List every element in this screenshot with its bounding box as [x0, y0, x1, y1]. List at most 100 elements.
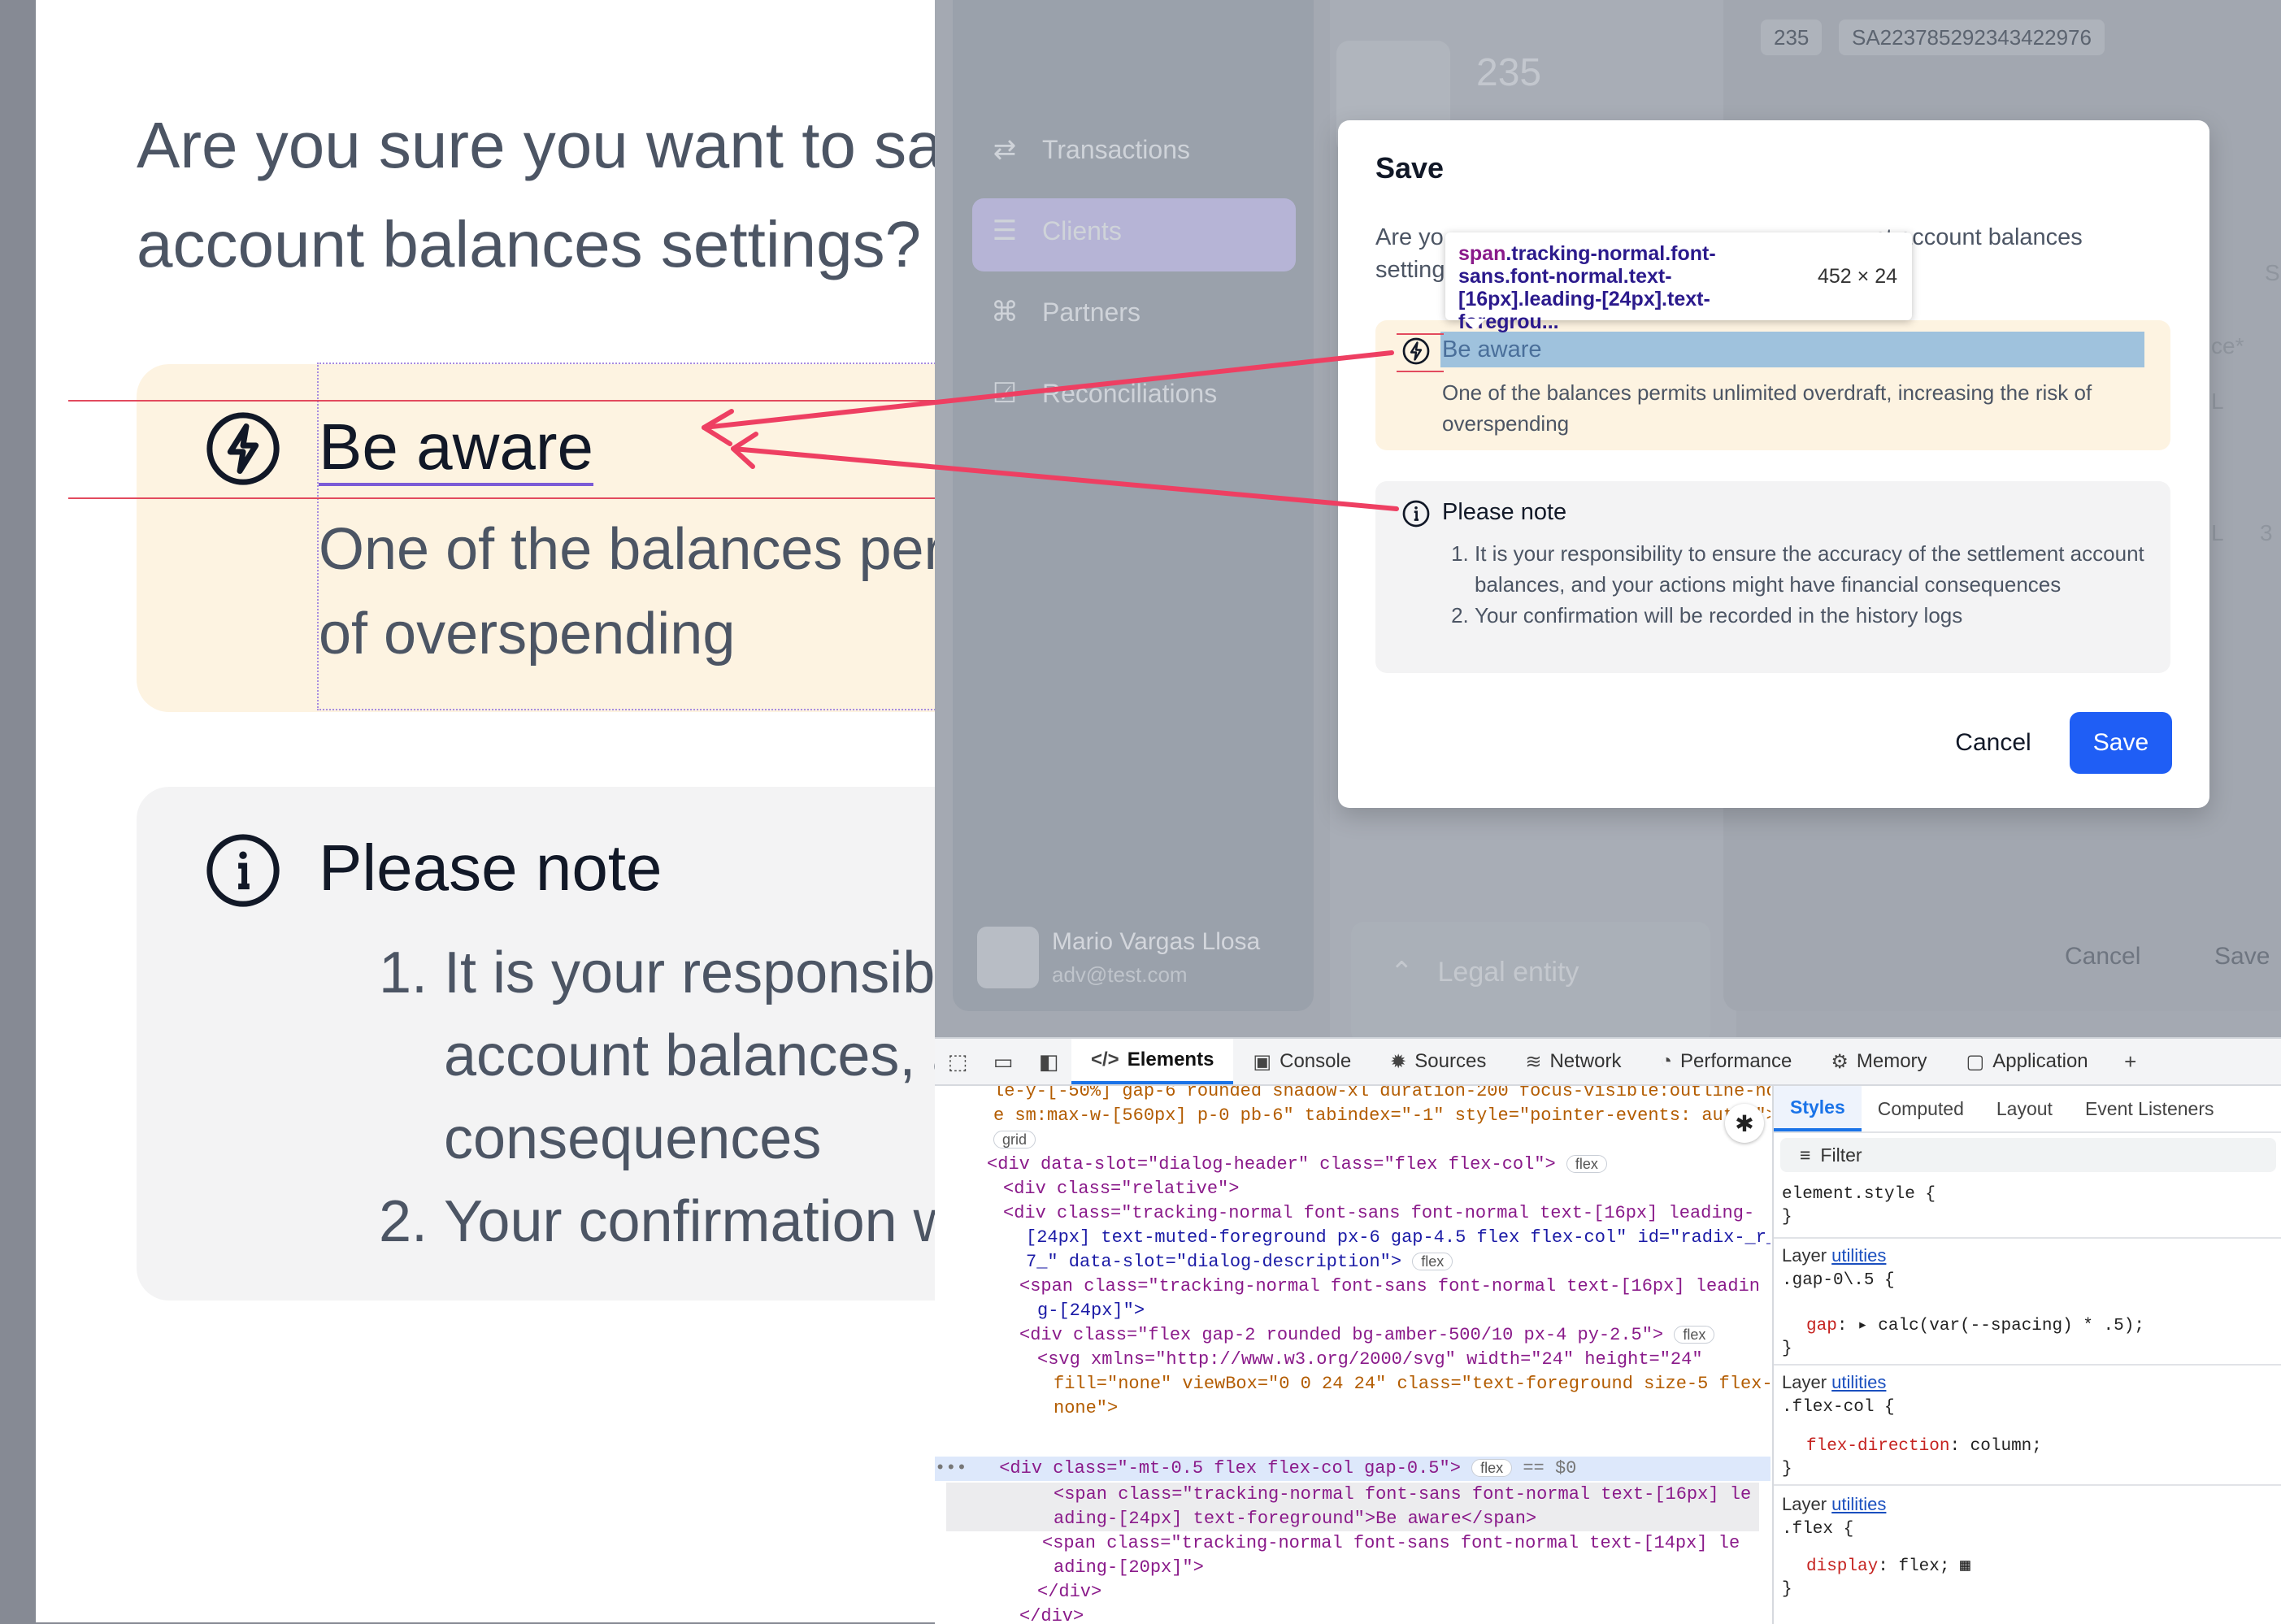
divider: [1774, 1237, 2281, 1239]
list-item: It is your responsibility to ensure the …: [1475, 538, 2157, 600]
dom-line[interactable]: <span class="tracking-normal font-sans f…: [1054, 1483, 1751, 1507]
info-icon: [1402, 500, 1430, 528]
tab-network[interactable]: ≋ Network: [1505, 1039, 1640, 1084]
device-toolbar-icon[interactable]: ▭: [980, 1039, 1026, 1084]
dom-line[interactable]: <span class="tracking-normal font-sans f…: [1019, 1274, 1760, 1299]
dom-line[interactable]: </div>: [1037, 1580, 1101, 1604]
inspect-element-icon[interactable]: ⬚: [935, 1039, 980, 1084]
save-button[interactable]: Save: [2070, 712, 2172, 774]
sources-icon: ✹: [1390, 1050, 1407, 1073]
tab-computed[interactable]: Computed: [1862, 1086, 1980, 1131]
dock-icon[interactable]: ◧: [1026, 1039, 1071, 1084]
styles-tabbar: Styles Computed Layout Event Listeners: [1774, 1086, 2281, 1133]
user-email: adv@test.com: [1052, 962, 1188, 987]
bg-fragment: L: [2211, 389, 2224, 414]
dom-line[interactable]: [24px] text-muted-foreground px-6 gap-4.…: [1026, 1226, 1770, 1250]
tooltip-selector: span.tracking-normal.font-sans.font-norm…: [1458, 242, 1716, 333]
partners-icon: ⌘: [991, 297, 1019, 328]
background-save-button[interactable]: Save: [2214, 943, 2270, 970]
divider: [1774, 1364, 2281, 1366]
dom-line[interactable]: <div class="flex gap-2 rounded bg-amber-…: [1019, 1323, 1715, 1348]
styles-filter-input[interactable]: ≡ Filter: [1780, 1138, 2276, 1172]
zoom-note-title: Please note: [319, 832, 663, 904]
tab-elements[interactable]: </> Elements: [1071, 1039, 1234, 1084]
background-cancel-button[interactable]: Cancel: [2065, 943, 2140, 970]
dom-line[interactable]: grid: [993, 1128, 1036, 1153]
dom-line[interactable]: </div>: [1019, 1604, 1084, 1624]
dom-line[interactable]: <div class="relative">: [1003, 1177, 1239, 1201]
accessibility-icon[interactable]: ✱: [1725, 1104, 1764, 1143]
dom-line[interactable]: le-y-[-50%] gap-6 rounded shadow-xl dura…: [993, 1086, 1770, 1104]
cancel-button[interactable]: Cancel: [1936, 712, 2050, 774]
style-declaration[interactable]: flex-direction: column;: [1806, 1435, 2042, 1458]
inspect-guide-line: [68, 497, 935, 499]
zoom-note-list: It is your responsibili account balances…: [369, 931, 935, 1263]
dom-line[interactable]: <div data-slot="dialog-header" class="fl…: [987, 1153, 1607, 1177]
tab-console[interactable]: ▣ Console: [1233, 1039, 1371, 1084]
clients-icon: ☰: [992, 215, 1018, 246]
tab-performance[interactable]: ◔ Performance: [1640, 1039, 1811, 1084]
dom-line[interactable]: ading-[24px] text-foreground">Be aware</…: [1054, 1507, 1536, 1531]
zoom-aware-body: One of the balances per of overspending: [319, 517, 935, 667]
memory-icon: ⚙: [1831, 1050, 1849, 1073]
dom-line[interactable]: none">: [1054, 1396, 1118, 1421]
code-icon: </>: [1091, 1049, 1119, 1070]
dom-line[interactable]: fill="none" viewBox="0 0 24 24" class="t…: [1054, 1372, 1770, 1396]
sidebar-item-partners[interactable]: ⌘ Partners: [988, 296, 1140, 328]
list-item: It is your responsibili account balances…: [444, 931, 935, 1180]
info-icon: [206, 834, 280, 907]
style-rule: .gap-0\.5 {: [1782, 1271, 1895, 1290]
list-item: Your confirmation wi: [444, 1180, 935, 1263]
style-declaration[interactable]: gap: ▸ calc(var(--spacing) * .5);: [1806, 1315, 2144, 1338]
dom-line[interactable]: g-[24px]">: [1037, 1299, 1145, 1323]
legal-entity-toggle[interactable]: ⌃ Legal entity: [1390, 956, 1579, 988]
inspect-guide-line: [1397, 333, 1444, 372]
lightning-icon: [206, 412, 280, 485]
dom-line[interactable]: <svg xmlns="http://www.w3.org/2000/svg" …: [1037, 1348, 1703, 1372]
be-aware-body: One of the balances permits unlimited ov…: [1442, 380, 2092, 436]
dom-line[interactable]: 7_" data-slot="dialog-description"> flex: [1026, 1250, 1453, 1274]
be-aware-title: Be aware: [1442, 337, 1542, 363]
style-rule-close: }: [1782, 1340, 1792, 1358]
flexbox-editor-icon[interactable]: ▦: [1960, 1557, 1970, 1576]
style-rule: element.style { }: [1782, 1185, 1936, 1227]
chevron-up-icon: ⌃: [1390, 957, 1414, 988]
style-rule-close: }: [1782, 1580, 1792, 1599]
add-tab-icon[interactable]: +: [2108, 1039, 2153, 1084]
id-chip: SA223785292343422976: [1839, 20, 2105, 55]
dialog-title: Save: [1375, 151, 1445, 185]
layer-link[interactable]: utilities: [1831, 1372, 1886, 1392]
bg-fragment: 3: [2260, 520, 2273, 545]
tab-layout[interactable]: Layout: [1980, 1086, 2069, 1131]
dom-line[interactable]: ading-[20px]">: [1054, 1556, 1204, 1580]
sidebar-item-clients[interactable]: ☰ Clients: [988, 215, 1122, 247]
console-icon: ▣: [1253, 1050, 1272, 1073]
tab-application[interactable]: ▢ Application: [1947, 1039, 2108, 1084]
tab-sources[interactable]: ✹ Sources: [1371, 1039, 1505, 1084]
layer-link[interactable]: utilities: [1831, 1245, 1886, 1266]
arrows-icon: ⇄: [993, 134, 1017, 165]
avatar[interactable]: [977, 927, 1039, 988]
tab-event-listeners[interactable]: Event Listeners: [2069, 1086, 2231, 1131]
layer-label: Layer utilities: [1782, 1245, 1887, 1266]
sidebar-item-reconciliations[interactable]: ☑ Reconciliations: [988, 377, 1217, 410]
network-icon: ≋: [1525, 1050, 1542, 1073]
divider: [1774, 1484, 2281, 1486]
zoom-question: Are you sure you want to sa account bala…: [137, 109, 935, 280]
record-number: 235: [1476, 51, 1542, 94]
tab-styles[interactable]: Styles: [1774, 1086, 1862, 1131]
sidebar-item-transactions[interactable]: ⇄ Transactions: [988, 133, 1190, 166]
style-rule: .flex-col {: [1782, 1398, 1895, 1417]
layer-link[interactable]: utilities: [1831, 1494, 1886, 1514]
dom-line[interactable]: e sm:max-w-[560px] p-0 pb-6" tabindex="-…: [993, 1104, 1770, 1128]
style-declaration[interactable]: display: flex; ▦: [1806, 1556, 1970, 1578]
bg-fragment: Sl: [2265, 260, 2281, 285]
performance-icon: ◔: [1660, 1050, 1672, 1072]
dom-line-selected[interactable]: ••• <div class="-mt-0.5 flex flex-col ga…: [935, 1457, 1576, 1481]
dom-line[interactable]: <span class="tracking-normal font-sans f…: [1042, 1531, 1740, 1556]
dom-line[interactable]: <div class="tracking-normal font-sans fo…: [1003, 1201, 1754, 1226]
zoom-aware-title: Be aware: [319, 408, 593, 486]
be-aware-callout: Be aware One of the balances permits unl…: [1375, 320, 2170, 450]
tab-memory[interactable]: ⚙ Memory: [1811, 1039, 1946, 1084]
inspect-guide-line: [68, 400, 935, 402]
